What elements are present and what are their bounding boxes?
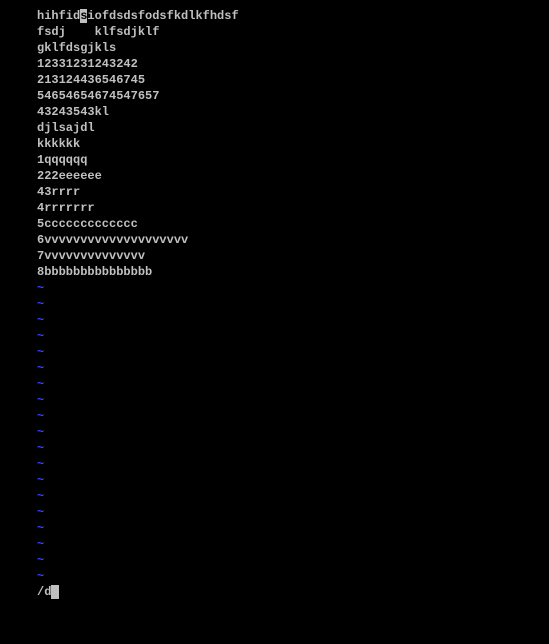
empty-line-marker: ~ [37,520,512,536]
empty-line-marker: ~ [37,456,512,472]
empty-line-marker: ~ [37,488,512,504]
empty-line-marker: ~ [37,344,512,360]
command-text: /d [37,585,51,599]
empty-line-marker: ~ [37,376,512,392]
content-line: 222eeeeee [37,168,512,184]
empty-line-marker: ~ [37,392,512,408]
content-line: 43243543kl [37,104,512,120]
content-line: 4rrrrrrr [37,200,512,216]
empty-line-marker: ~ [37,408,512,424]
content-line: djlsajdl [37,120,512,136]
content-line: gklfdsgjkls [37,40,512,56]
empty-line-marker: ~ [37,280,512,296]
editor-pane[interactable]: hihfidsiofdsdsfodsfkdlkfhdsffsdj klfsdjk… [37,8,512,600]
cursor [51,585,59,599]
content-line: 6vvvvvvvvvvvvvvvvvvvv [37,232,512,248]
empty-line-marker: ~ [37,472,512,488]
empty-line-marker: ~ [37,440,512,456]
empty-line-marker: ~ [37,360,512,376]
empty-line-marker: ~ [37,568,512,584]
empty-line-marker: ~ [37,536,512,552]
content-line: 54654654674547657 [37,88,512,104]
content-line: 8bbbbbbbbbbbbbbb [37,264,512,280]
empty-line-marker: ~ [37,504,512,520]
empty-line-marker: ~ [37,552,512,568]
empty-line-marker: ~ [37,296,512,312]
content-line: 5ccccccccccccc [37,216,512,232]
content-line: kkkkkk [37,136,512,152]
empty-line-marker: ~ [37,328,512,344]
content-line: fsdj klfsdjklf [37,24,512,40]
empty-line-marker: ~ [37,312,512,328]
content-line: 7vvvvvvvvvvvvvv [37,248,512,264]
content-line: 213124436546745 [37,72,512,88]
content-line: hihfidsiofdsdsfodsfkdlkfhdsf [37,8,512,24]
content-line: 1qqqqqq [37,152,512,168]
empty-line-marker: ~ [37,424,512,440]
content-line: 43rrrr [37,184,512,200]
content-line: 12331231243242 [37,56,512,72]
command-line[interactable]: /d [37,584,512,600]
